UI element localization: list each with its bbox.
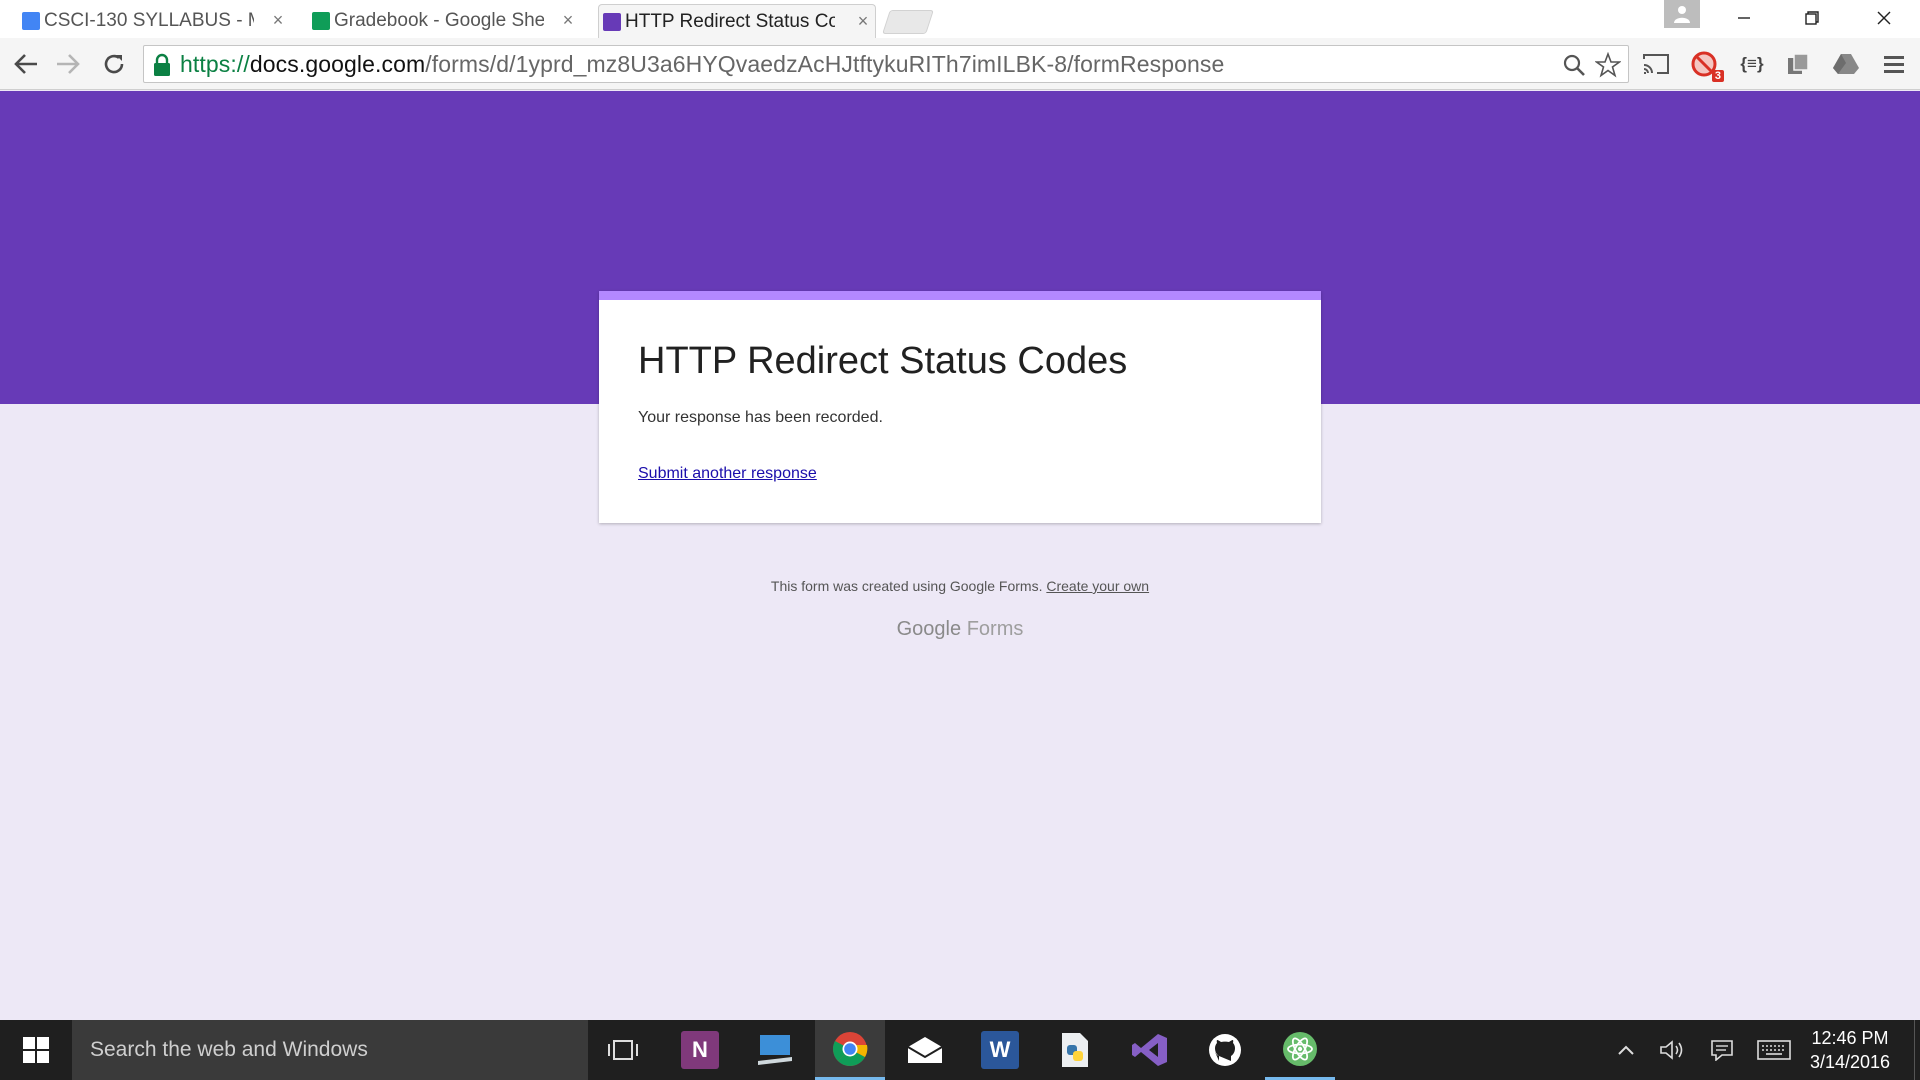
speaker-icon (1660, 1040, 1683, 1060)
url-path: /forms/d/1yprd_mz8U3a6HYQvaedzAcHJtftyku… (425, 50, 1225, 77)
chevron-up-icon (1618, 1045, 1634, 1055)
star-icon (1595, 52, 1621, 78)
tab-close-icon[interactable]: × (268, 10, 288, 31)
url-scheme: https:// (180, 50, 250, 77)
show-hidden-icons-button[interactable] (1608, 1034, 1644, 1066)
mail-icon (907, 1037, 943, 1063)
person-icon (1674, 6, 1690, 23)
keyboard-icon (1757, 1040, 1791, 1060)
logo-forms-text: Forms (966, 618, 1024, 640)
taskbar-onenote[interactable]: N (665, 1020, 735, 1080)
drive-extension-button[interactable] (1830, 48, 1862, 80)
bookmark-button[interactable] (1594, 51, 1622, 79)
python-file-icon (1062, 1033, 1088, 1067)
url-text: https://docs.google.com/forms/d/1yprd_mz… (180, 51, 1224, 78)
atom-icon (1283, 1031, 1317, 1066)
taskbar-mail[interactable] (890, 1020, 960, 1080)
back-button[interactable] (8, 46, 44, 82)
google-forms-logo[interactable]: Google Forms (0, 618, 1920, 641)
cast-icon (1643, 54, 1669, 74)
onenote-icon: N (681, 1031, 719, 1069)
taskbar-python-editor[interactable] (1040, 1020, 1110, 1080)
close-icon (1877, 11, 1891, 25)
address-bar[interactable]: https://docs.google.com/forms/d/1yprd_mz… (143, 45, 1629, 83)
url-host: docs.google.com (249, 50, 426, 77)
tab-close-icon[interactable]: × (558, 10, 578, 31)
search-placeholder: Search the web and Windows (90, 1038, 368, 1061)
chrome-icon (833, 1031, 868, 1066)
profile-icon[interactable] (1664, 0, 1700, 28)
footer-text: This form was created using Google Forms… (0, 578, 1920, 594)
arrow-left-icon (14, 54, 37, 74)
copy-extension-button[interactable] (1782, 48, 1814, 80)
show-desktop-button[interactable] (1914, 1020, 1920, 1080)
create-your-own-link[interactable]: Create your own (1046, 578, 1149, 594)
clock-date: 3/14/2016 (1809, 1052, 1891, 1072)
docs-icon (22, 12, 40, 30)
taskbar-clock[interactable]: 12:46 PM 3/14/2016 (1790, 1026, 1910, 1074)
tab-gradebook[interactable]: Gradebook - Google Shee × (308, 4, 580, 38)
cast-button[interactable] (1640, 48, 1672, 80)
json-icon: {≡} (1740, 54, 1764, 73)
response-recorded-message: Your response has been recorded. (638, 409, 883, 426)
close-window-button[interactable] (1854, 2, 1914, 34)
reload-button[interactable] (96, 46, 132, 82)
tab-http-redirect[interactable]: HTTP Redirect Status Code × (598, 4, 876, 38)
taskbar-word[interactable]: W (965, 1020, 1035, 1080)
sheets-icon (312, 12, 330, 30)
forms-icon (603, 13, 621, 31)
json-extension-button[interactable]: {≡} (1736, 48, 1768, 80)
tab-close-icon[interactable]: × (853, 11, 873, 32)
notification-icon (1711, 1040, 1733, 1061)
form-title: HTTP Redirect Status Codes (638, 340, 1128, 382)
extension-blocker-button[interactable]: 3 (1688, 48, 1724, 82)
drive-icon (1833, 54, 1859, 74)
taskbar-remote-desktop[interactable] (740, 1020, 810, 1080)
tab-title: CSCI-130 SYLLABUS - MCL (44, 10, 254, 31)
tab-strip: CSCI-130 SYLLABUS - MCL × Gradebook - Go… (0, 0, 1920, 38)
minimize-button[interactable] (1714, 2, 1774, 34)
remote-desktop-icon (758, 1035, 792, 1065)
arrow-right-icon (57, 54, 80, 74)
form-response-page: HTTP Redirect Status Codes Your response… (0, 91, 1920, 1020)
volume-button[interactable] (1654, 1034, 1690, 1066)
visual-studio-icon (1132, 1034, 1167, 1066)
footer-created-text: This form was created using Google Forms… (770, 578, 1043, 594)
confirmation-card: HTTP Redirect Status Codes Your response… (599, 291, 1321, 523)
minimize-icon (1738, 17, 1750, 19)
word-icon: W (981, 1031, 1019, 1069)
forward-button[interactable] (50, 46, 86, 82)
touch-keyboard-button[interactable] (1756, 1034, 1792, 1066)
action-center-button[interactable] (1704, 1034, 1740, 1066)
copy-icon (1788, 53, 1809, 74)
lock-icon (154, 53, 170, 76)
taskbar-chrome[interactable] (815, 1020, 885, 1080)
logo-google-text: Google (896, 618, 962, 640)
zoom-button[interactable] (1560, 51, 1588, 79)
taskbar-visual-studio[interactable] (1115, 1020, 1185, 1080)
windows-logo-icon (23, 1037, 49, 1063)
task-view-button[interactable] (588, 1020, 658, 1080)
magnifier-icon (1563, 54, 1585, 76)
taskbar-atom[interactable] (1265, 1020, 1335, 1080)
hamburger-icon (1884, 56, 1904, 73)
tab-syllabus[interactable]: CSCI-130 SYLLABUS - MCL × (18, 4, 290, 38)
github-icon (1209, 1034, 1241, 1066)
submit-another-response-link[interactable]: Submit another response (638, 465, 817, 482)
taskbar-search-box[interactable]: Search the web and Windows (72, 1020, 588, 1080)
reload-icon (104, 54, 124, 74)
browser-toolbar: https://docs.google.com/forms/d/1yprd_mz… (0, 38, 1920, 90)
windows-taskbar: Search the web and Windows N W 12:46 PM … (0, 1020, 1920, 1080)
tab-title: HTTP Redirect Status Code (625, 10, 835, 32)
start-button[interactable] (0, 1020, 72, 1080)
extension-badge: 3 (1711, 70, 1724, 82)
restore-button[interactable] (1782, 2, 1842, 34)
menu-button[interactable] (1878, 48, 1910, 80)
task-view-icon (608, 1040, 638, 1060)
taskbar-github[interactable] (1190, 1020, 1260, 1080)
tab-title: Gradebook - Google Shee (334, 10, 544, 31)
new-tab-button[interactable] (882, 10, 934, 34)
clock-time: 12:46 PM (1811, 1028, 1889, 1048)
restore-icon (1805, 11, 1819, 25)
